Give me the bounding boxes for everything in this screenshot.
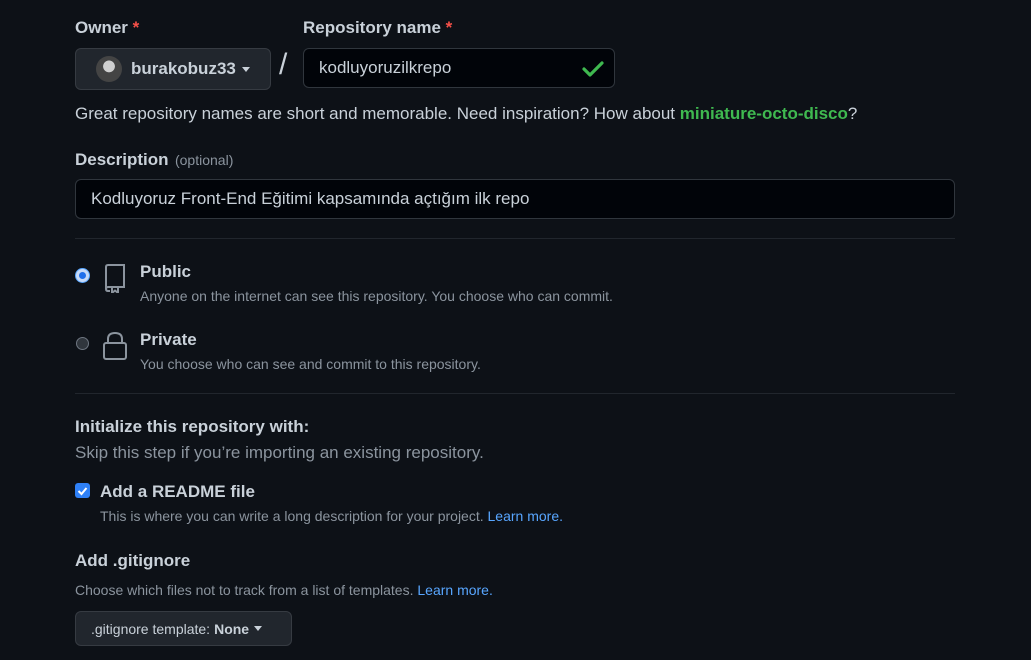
divider bbox=[75, 393, 955, 394]
private-radio[interactable] bbox=[76, 337, 89, 350]
init-heading: Initialize this repository with: bbox=[75, 417, 310, 436]
divider bbox=[75, 238, 955, 239]
chevron-down-icon bbox=[254, 626, 263, 631]
lock-icon bbox=[103, 331, 127, 360]
gitignore-template-select[interactable]: .gitignore template: None bbox=[75, 611, 292, 646]
description-label: Description (optional) bbox=[75, 150, 234, 169]
readme-label[interactable]: Add a README file bbox=[100, 482, 255, 502]
readme-checkbox[interactable] bbox=[75, 483, 90, 498]
optional-hint: (optional) bbox=[174, 152, 234, 168]
description-input[interactable]: Kodluyoruz Front-End Eğitimi kapsamında … bbox=[75, 179, 955, 219]
repo-icon bbox=[105, 264, 125, 293]
required-mark: * bbox=[445, 18, 453, 37]
repo-name-label: Repository name * bbox=[303, 18, 453, 37]
private-description: You choose who can see and commit to thi… bbox=[140, 356, 481, 372]
repo-name-input[interactable]: kodluyoruzilkrepo bbox=[303, 48, 615, 88]
gitignore-heading: Add .gitignore bbox=[75, 551, 191, 570]
owner-repo-separator: / bbox=[279, 48, 288, 81]
suggested-name-link[interactable]: miniature-octo-disco bbox=[680, 104, 848, 123]
avatar bbox=[96, 56, 122, 82]
init-subheading: Skip this step if you’re importing an ex… bbox=[75, 443, 484, 462]
public-description: Anyone on the internet can see this repo… bbox=[140, 288, 613, 304]
gitignore-template-label: .gitignore template: bbox=[91, 620, 211, 637]
description-value: Kodluyoruz Front-End Eğitimi kapsamında … bbox=[91, 189, 530, 208]
public-radio[interactable] bbox=[76, 269, 89, 282]
readme-learn-more-link[interactable]: Learn more. bbox=[488, 508, 563, 524]
check-icon bbox=[582, 61, 604, 77]
required-mark: * bbox=[132, 18, 140, 37]
owner-value: burakobuz33 bbox=[131, 59, 236, 78]
public-title: Public bbox=[140, 262, 192, 281]
owner-label: Owner * bbox=[75, 18, 140, 37]
repo-name-hint: Great repository names are short and mem… bbox=[75, 104, 858, 123]
gitignore-description: Choose which files not to track from a l… bbox=[75, 582, 493, 598]
private-title: Private bbox=[140, 330, 197, 349]
repo-name-value: kodluyoruzilkrepo bbox=[319, 58, 452, 77]
chevron-down-icon bbox=[241, 66, 250, 72]
owner-select[interactable]: burakobuz33 bbox=[75, 48, 271, 90]
readme-description: This is where you can write a long descr… bbox=[100, 508, 563, 524]
gitignore-learn-more-link[interactable]: Learn more. bbox=[417, 582, 492, 598]
checkbox-check-icon bbox=[77, 486, 88, 495]
gitignore-template-value: None bbox=[214, 620, 250, 637]
